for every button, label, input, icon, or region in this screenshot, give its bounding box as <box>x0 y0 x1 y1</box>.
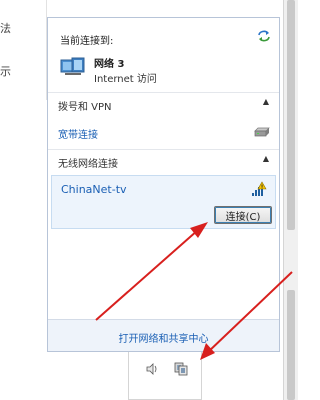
wifi-signal-unsecured-icon <box>251 181 267 197</box>
background-text-fragment: 示 <box>0 65 11 78</box>
section-label: 无线网络连接 <box>58 159 118 170</box>
wifi-network-item[interactable]: ChinaNet-tv 连接(C) <box>51 175 276 229</box>
taskbar-tray <box>128 352 202 400</box>
scrollbar-thumb[interactable] <box>287 290 295 400</box>
modem-icon <box>254 127 270 137</box>
network-access-status: Internet 访问 <box>94 74 157 85</box>
speaker-icon[interactable] <box>145 362 159 376</box>
network-tray-icon[interactable] <box>173 361 189 377</box>
broadband-connection-link[interactable]: 宽带连接 <box>58 126 98 141</box>
background-text-fragment: 法 <box>0 22 11 35</box>
caret-up-icon[interactable]: ▲ <box>263 154 269 163</box>
caret-up-icon[interactable]: ▲ <box>263 97 269 106</box>
scrollbar-thumb[interactable] <box>287 0 295 230</box>
connect-button[interactable]: 连接(C) <box>214 206 272 224</box>
background-window-fragment: 法 示 <box>0 0 47 100</box>
background-scrollbar[interactable] <box>283 0 298 400</box>
wireless-section-header[interactable]: 无线网络连接 ▲ <box>48 149 279 172</box>
network-flyout-panel: 当前连接到: 网络 3 Internet 访问 拨号和 VPN ▲ 宽带连接 无… <box>47 17 280 352</box>
refresh-arrows-icon[interactable] <box>257 30 271 42</box>
section-label: 拨号和 VPN <box>58 102 112 113</box>
dialup-vpn-section-header[interactable]: 拨号和 VPN ▲ <box>48 92 279 115</box>
network-monitor-icon <box>60 56 86 78</box>
current-connection-label: 当前连接到: <box>60 36 114 47</box>
flyout-footer: 打开网络和共享中心 <box>48 319 279 351</box>
wifi-ssid: ChinaNet-tv <box>61 183 127 196</box>
open-network-sharing-center-link[interactable]: 打开网络和共享中心 <box>48 330 279 345</box>
network-name: 网络 3 <box>94 59 125 70</box>
